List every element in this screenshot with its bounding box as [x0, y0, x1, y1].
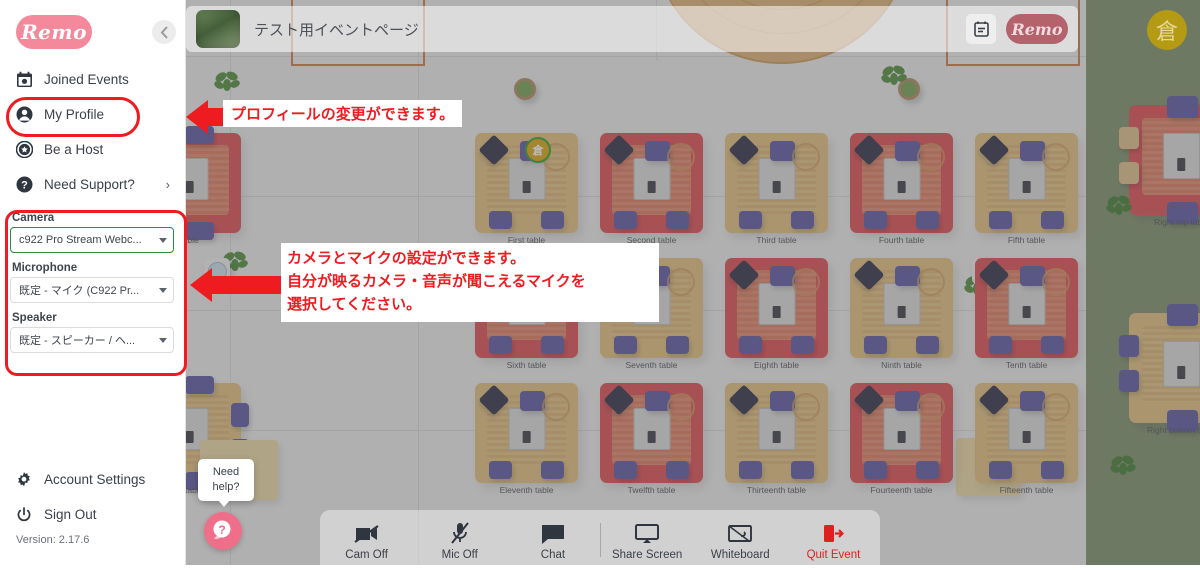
sidebar-bottom-nav: Account Settings Sign Out [0, 462, 186, 532]
question-circle-icon: ? [14, 175, 34, 195]
share-screen-button[interactable]: Share Screen [601, 510, 694, 570]
toolbar-divider [599, 523, 601, 557]
event-title: テスト用イベントページ [254, 21, 419, 39]
sidebar-item-label: Joined Events [44, 72, 129, 87]
camera-off-icon [353, 520, 380, 544]
remo-logo[interactable]: Remo [16, 15, 92, 49]
help-button[interactable]: ? [204, 512, 242, 550]
annotation-arrow-devices [190, 268, 282, 302]
whiteboard-icon [727, 520, 753, 544]
app-version: Version: 2.17.6 [16, 534, 90, 546]
chat-button[interactable]: Chat [506, 510, 599, 570]
sidebar-item-label: Need Support? [44, 177, 135, 192]
speaker-label: Speaker [12, 312, 57, 324]
event-thumbnail [196, 10, 240, 48]
remo-header-logo: Remo [1006, 14, 1068, 44]
sidebar-item-label: My Profile [44, 107, 105, 122]
microphone-value: 既定 - マイク (C922 Pr... [19, 285, 140, 297]
mic-toggle-button[interactable]: Mic Off [413, 510, 506, 570]
event-header: テスト用イベントページ Remo [186, 6, 1078, 52]
speaker-value: 既定 - スピーカー / ヘ... [19, 335, 136, 347]
sidebar-item-be-a-host[interactable]: Be a Host [0, 132, 186, 167]
star-circle-icon [14, 140, 34, 160]
sidebar-item-my-profile[interactable]: My Profile [0, 97, 186, 132]
camera-select[interactable]: c922 Pro Stream Webc... [10, 227, 174, 253]
sidebar-item-label: Sign Out [44, 507, 97, 522]
speaker-select[interactable]: 既定 - スピーカー / ヘ... [10, 327, 174, 353]
help-tooltip: Need help? [198, 459, 254, 507]
remo-logo-text: Remo [16, 15, 92, 49]
quit-event-label: Quit Event [806, 548, 861, 561]
annotation-device-note: カメラとマイクの設定ができます。 自分が映るカメラ・音声が聞こえるマイクを 選択… [281, 243, 659, 322]
microphone-label: Microphone [12, 262, 78, 274]
gear-icon [14, 470, 34, 490]
camera-value: c922 Pro Stream Webc... [19, 234, 142, 246]
event-toolbar: Cam Off Mic Off Chat Share Screen Whiteb… [320, 510, 880, 570]
sidebar-collapse-button[interactable] [152, 20, 176, 44]
power-icon [14, 505, 34, 525]
sidebar-item-sign-out[interactable]: Sign Out [0, 497, 186, 532]
help-tooltip-line2: help? [212, 481, 240, 493]
mic-toggle-label: Mic Off [441, 548, 478, 561]
whiteboard-button[interactable]: Whiteboard [694, 510, 787, 570]
avatar[interactable]: 倉 [1147, 10, 1187, 50]
cam-toggle-label: Cam Off [345, 548, 388, 561]
whiteboard-label: Whiteboard [710, 548, 770, 561]
chevron-left-icon [160, 25, 168, 39]
screen-share-icon [634, 520, 660, 544]
sidebar-item-label: Account Settings [44, 472, 146, 487]
sidebar-item-label: Be a Host [44, 142, 104, 157]
sidebar-item-account-settings[interactable]: Account Settings [0, 462, 186, 497]
sidebar-nav: Joined Events My Profile Be a Host ? Nee… [0, 62, 186, 202]
chevron-right-icon: › [165, 177, 170, 192]
svg-text:?: ? [218, 523, 225, 537]
help-tooltip-line1: Need [212, 466, 240, 478]
chat-label: Chat [540, 548, 566, 561]
mic-off-icon [450, 520, 469, 544]
sidebar: Remo Joined Events My Profile Be a Host … [0, 0, 186, 565]
camera-label: Camera [12, 212, 55, 224]
calendar-icon [14, 70, 34, 90]
person-circle-icon [14, 105, 34, 125]
microphone-select[interactable]: 既定 - マイク (C922 Pr... [10, 277, 174, 303]
chevron-down-icon [159, 337, 167, 343]
device-settings: Camera c922 Pro Stream Webc... Microphon… [10, 212, 176, 362]
chevron-down-icon [159, 237, 167, 243]
cam-toggle-button[interactable]: Cam Off [320, 510, 413, 570]
sidebar-item-need-support[interactable]: ? Need Support? › [0, 167, 186, 202]
annotation-device-line3: 選択してください。 [287, 295, 422, 313]
annotation-profile-note: プロフィールの変更ができます。 [223, 100, 463, 127]
agenda-icon[interactable] [966, 14, 996, 44]
annotation-device-line1: カメラとマイクの設定ができます。 [287, 249, 526, 267]
exit-icon [822, 520, 845, 544]
sidebar-item-joined-events[interactable]: Joined Events [0, 62, 186, 97]
annotation-device-line2: 自分が映るカメラ・音声が聞こえるマイクを [287, 272, 586, 290]
share-screen-label: Share Screen [611, 548, 683, 561]
question-mark-icon: ? [213, 520, 231, 540]
quit-event-button[interactable]: Quit Event [787, 510, 880, 570]
chevron-down-icon [159, 287, 167, 293]
chat-icon [541, 520, 565, 544]
svg-text:?: ? [21, 180, 28, 192]
